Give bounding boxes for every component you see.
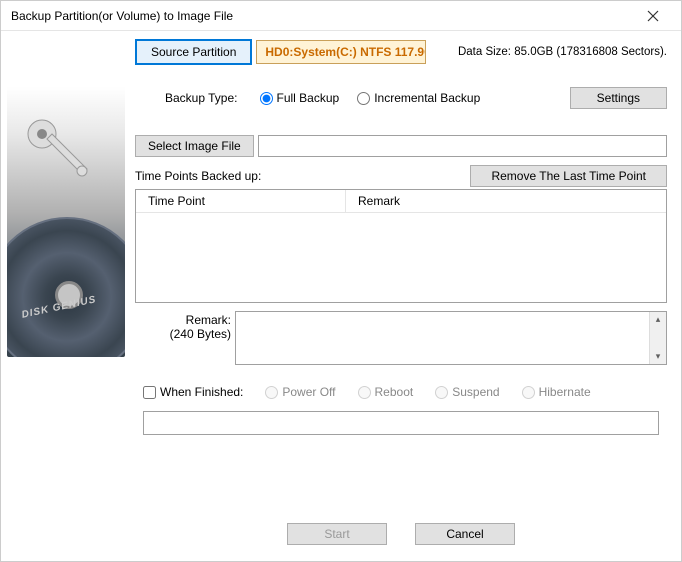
hibernate-radio: Hibernate [522, 385, 591, 399]
suspend-radio: Suspend [435, 385, 499, 399]
hd-info-button[interactable]: HD0:System(C:) NTFS 117.9G [256, 40, 426, 64]
remove-time-point-button[interactable]: Remove The Last Time Point [470, 165, 667, 187]
scroll-up-icon[interactable]: ▴ [656, 312, 661, 327]
col-time-point[interactable]: Time Point [136, 190, 346, 212]
close-icon [647, 10, 659, 22]
when-finished-checkbox[interactable]: When Finished: [143, 385, 243, 399]
power-off-radio: Power Off [265, 385, 335, 399]
select-image-file-button[interactable]: Select Image File [135, 135, 254, 157]
remark-label: Remark: [135, 313, 231, 327]
data-size-label: Data Size: 85.0GB (178316808 Sectors). [458, 46, 667, 58]
remark-bytes: (240 Bytes) [135, 327, 231, 341]
start-button: Start [287, 523, 387, 545]
time-points-label: Time Points Backed up: [135, 169, 261, 183]
full-backup-radio[interactable]: Full Backup [260, 91, 340, 105]
settings-button[interactable]: Settings [570, 87, 667, 109]
remark-input[interactable] [236, 312, 649, 364]
window-title: Backup Partition(or Volume) to Image Fil… [11, 9, 633, 23]
time-points-table: Time Point Remark [135, 189, 667, 303]
scroll-down-icon[interactable]: ▾ [656, 349, 661, 364]
disk-arm-icon [27, 119, 97, 189]
main-panel: Source Partition HD0:System(C:) NTFS 117… [131, 31, 681, 561]
backup-type-label: Backup Type: [165, 91, 238, 105]
incremental-backup-radio[interactable]: Incremental Backup [357, 91, 480, 105]
disk-image: DISK GENIUS [7, 39, 125, 357]
source-partition-button[interactable]: Source Partition [135, 39, 252, 65]
sidebar: DISK GENIUS [1, 31, 131, 561]
cancel-button[interactable]: Cancel [415, 523, 515, 545]
reboot-radio: Reboot [358, 385, 414, 399]
image-file-input[interactable] [258, 135, 667, 157]
col-remark[interactable]: Remark [346, 190, 666, 212]
remark-scrollbar[interactable]: ▴ ▾ [649, 312, 666, 364]
close-button[interactable] [633, 4, 673, 28]
titlebar: Backup Partition(or Volume) to Image Fil… [1, 1, 681, 31]
progress-bar [143, 411, 659, 435]
